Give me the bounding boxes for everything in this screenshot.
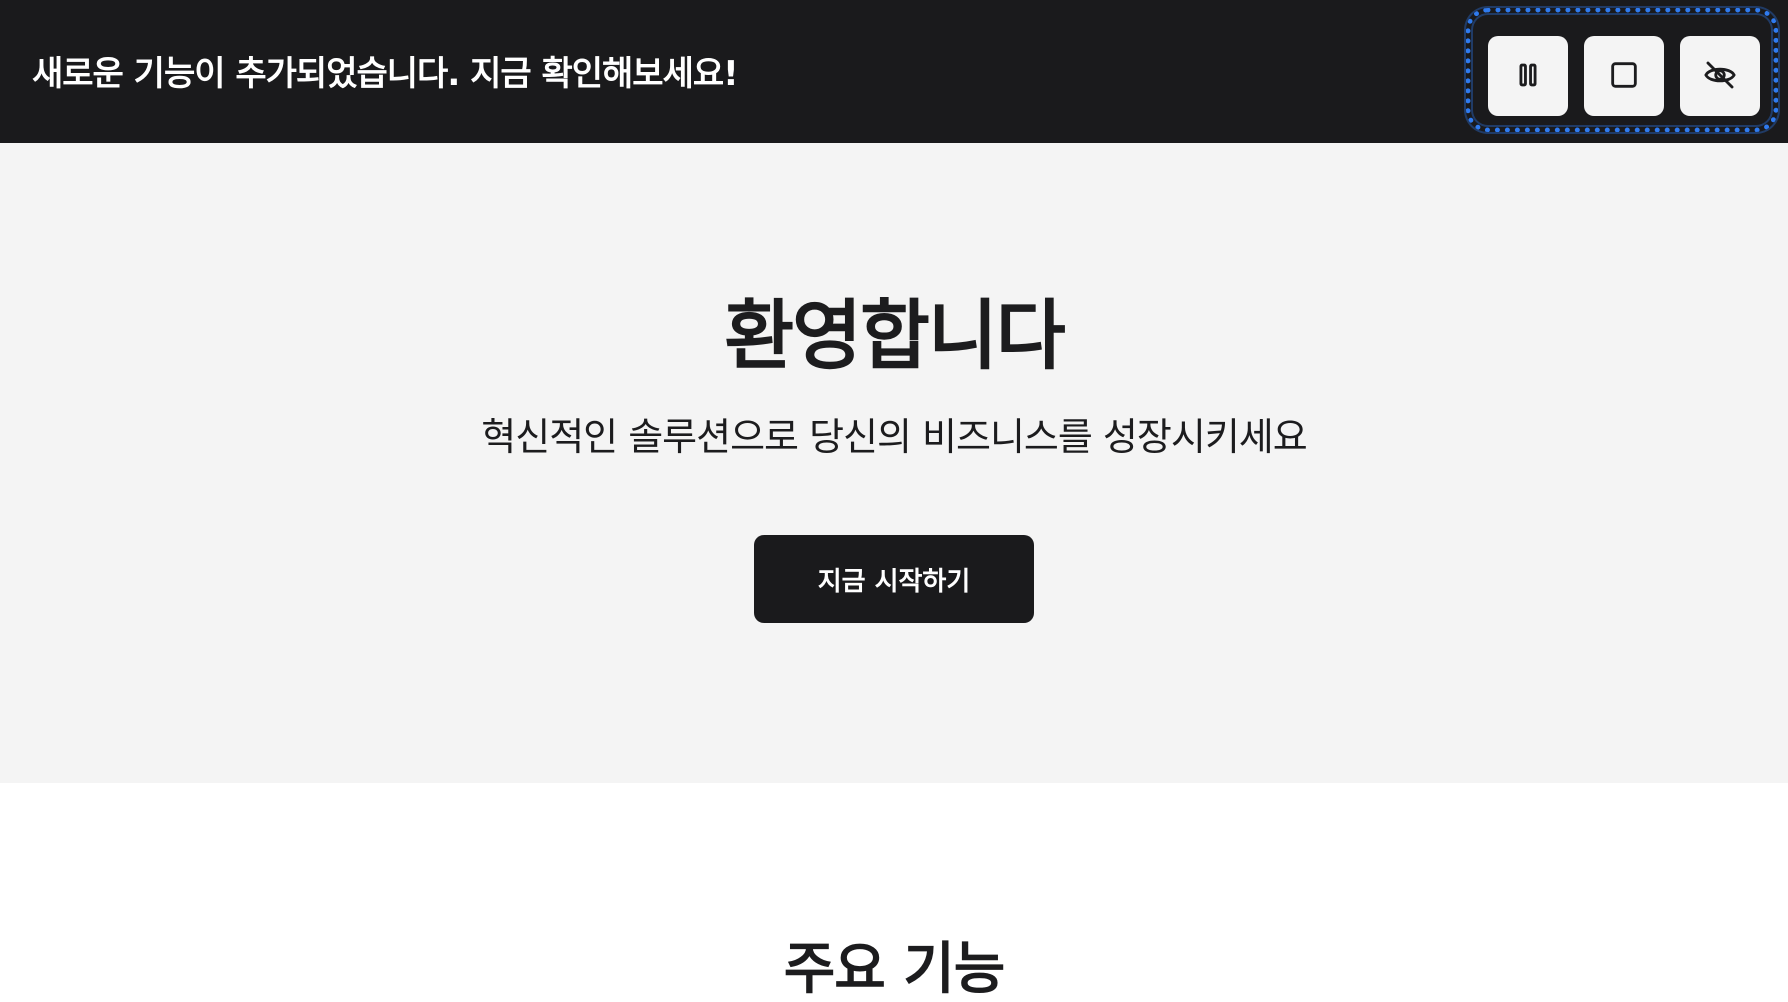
pause-button[interactable] (1488, 36, 1568, 116)
features-title: 주요 기능 (783, 937, 1006, 1002)
banner-controls (1466, 8, 1778, 132)
pause-icon (1511, 58, 1545, 95)
stop-button[interactable] (1584, 36, 1664, 116)
hero-section: 환영합니다 혁신적인 솔루션으로 당신의 비즈니스를 성장시키세요 지금 시작하… (0, 143, 1788, 783)
hide-button[interactable] (1680, 36, 1760, 116)
announcement-banner: 새로운 기능이 추가되었습니다. 지금 확인해보세요! (0, 0, 1788, 143)
square-icon (1607, 58, 1641, 95)
eye-off-icon (1703, 58, 1737, 95)
hero-title: 환영합니다 (724, 291, 1066, 380)
banner-message: 새로운 기능이 추가되었습니다. 지금 확인해보세요! (32, 54, 739, 94)
get-started-button[interactable]: 지금 시작하기 (754, 535, 1034, 623)
hero-subtitle: 혁신적인 솔루션으로 당신의 비즈니스를 성장시키세요 (481, 415, 1307, 459)
